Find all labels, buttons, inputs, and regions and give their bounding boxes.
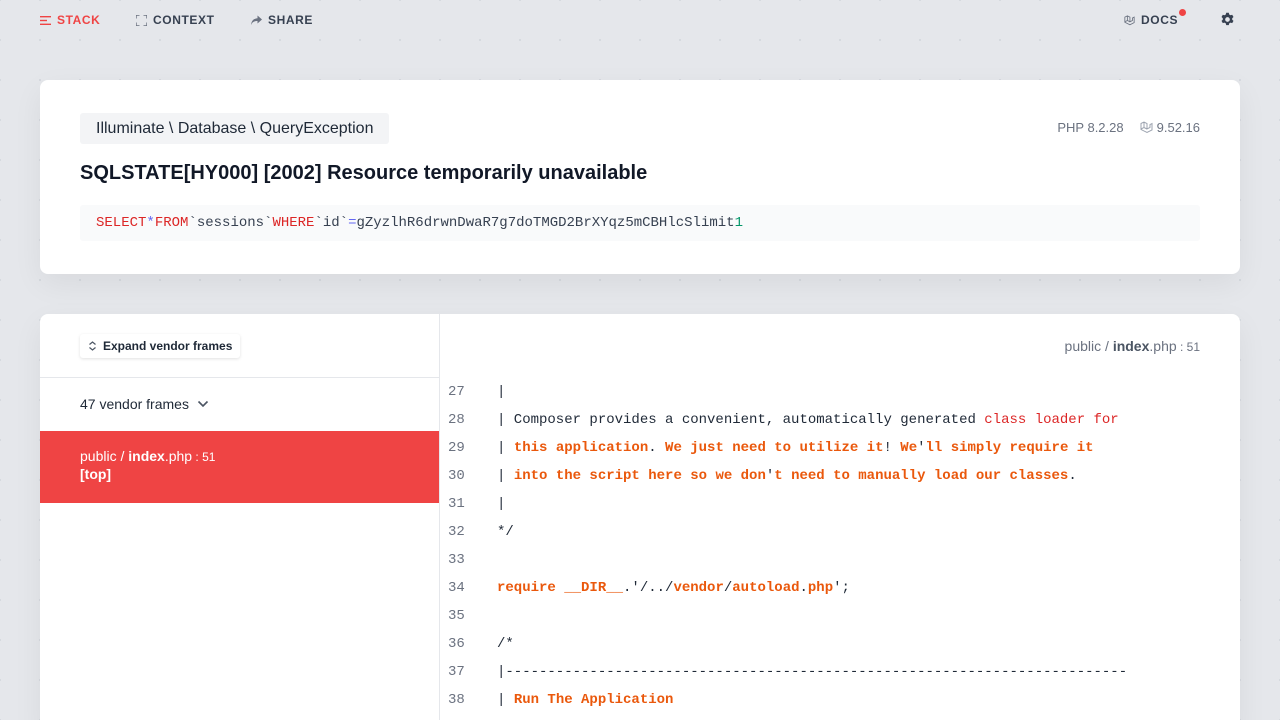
- code-text: */: [497, 524, 514, 540]
- line-number: 31: [448, 496, 465, 512]
- tab-share[interactable]: SHARE: [251, 12, 313, 28]
- sql-number: 1: [734, 215, 743, 231]
- expand-icon: [136, 14, 147, 26]
- file-line: : 51: [1176, 340, 1200, 354]
- code-text: |: [497, 384, 506, 400]
- settings-button[interactable]: [1220, 11, 1235, 27]
- line-number: 28: [448, 412, 465, 428]
- code-text: |: [497, 496, 506, 512]
- code-text: require __DIR__.'/../vendor/autoload.php…: [497, 580, 850, 596]
- line-number: 29: [448, 440, 465, 456]
- sql-operator: =: [348, 215, 357, 231]
- tab-context-label: CONTEXT: [153, 13, 215, 27]
- sql-query: SELECT * FROM `sessions` WHERE `id` = gZ…: [80, 205, 1200, 241]
- line-number: 37: [448, 664, 465, 680]
- code-text: | this application. We just need to util…: [497, 440, 1094, 456]
- code-line: 33: [440, 546, 1240, 574]
- code-lines: 27 | 28 | Composer provides a convenient, …: [440, 378, 1240, 714]
- line-number: 30: [448, 468, 465, 484]
- docs-label: DOCS: [1141, 13, 1179, 27]
- frame-file: index: [128, 448, 165, 464]
- laravel-icon: [1140, 121, 1153, 134]
- frames-sidebar: Expand vendor frames 47 vendor frames pu…: [40, 314, 440, 720]
- code-viewer: public / index.php : 51 27 | 28 | Composer…: [440, 314, 1240, 720]
- php-version: PHP 8.2.28: [1057, 120, 1124, 135]
- line-number: 38: [448, 692, 465, 708]
- code-text: | into the script here so we don't need …: [497, 468, 1077, 484]
- sql-table: `sessions`: [188, 215, 273, 231]
- sql-keyword: FROM: [154, 215, 189, 231]
- docs-link[interactable]: DOCS: [1124, 9, 1187, 28]
- exception-class[interactable]: Illuminate \ Database \ QueryException: [80, 113, 390, 144]
- code-file-path[interactable]: public / index.php : 51: [1065, 338, 1200, 354]
- chevron-down-icon: [197, 400, 209, 408]
- code-text: | Run The Application: [497, 692, 674, 708]
- code-line: 32 */: [440, 518, 1240, 546]
- line-number: 36: [448, 636, 465, 652]
- sql-limit: limit: [692, 215, 735, 231]
- gear-icon: [1221, 12, 1234, 25]
- divider: [40, 377, 440, 378]
- share-icon: [251, 15, 262, 25]
- vendor-frames-toggle[interactable]: 47 vendor frames: [80, 396, 209, 412]
- laravel-version: 9.52.16: [1140, 120, 1200, 135]
- code-line: 37 |-------------------------------------…: [440, 658, 1240, 686]
- tab-stack-label: STACK: [57, 13, 101, 27]
- file-dir: public: [1064, 338, 1102, 354]
- laravel-version-value: 9.52.16: [1156, 120, 1200, 135]
- frame-sep: /: [116, 448, 129, 464]
- frame-path: public / index.php : 51: [80, 448, 399, 464]
- code-text: /*: [497, 636, 514, 652]
- laravel-icon: [1124, 14, 1135, 25]
- sql-value: gZyzlhR6drwnDwaR7g7doTMGD2BrXYqz5mCBHlcS: [356, 215, 693, 231]
- sql-keyword: WHERE: [272, 215, 315, 231]
- tab-stack[interactable]: STACK: [40, 12, 100, 28]
- sql-keyword: SELECT: [96, 215, 147, 231]
- top-nav: STACK CONTEXT SHARE DOCS: [0, 0, 1280, 40]
- tab-share-label: SHARE: [268, 13, 314, 27]
- code-line: 31 |: [440, 490, 1240, 518]
- code-text: |---------------------------------------…: [497, 664, 1128, 680]
- line-number: 33: [448, 552, 465, 568]
- code-line: 36 /*: [440, 630, 1240, 658]
- chevron-up-down-icon: [89, 341, 96, 351]
- sql-column: `id`: [314, 215, 349, 231]
- code-line: 34 require __DIR__.'/../vendor/autoload.p…: [440, 574, 1240, 602]
- line-number: 35: [448, 608, 465, 624]
- code-line: 29 | this application. We just need to ut…: [440, 434, 1240, 462]
- stack-panel: Expand vendor frames 47 vendor frames pu…: [40, 314, 1240, 720]
- file-name: index: [1112, 338, 1150, 354]
- notification-dot: [1179, 9, 1187, 16]
- sql-operator: *: [146, 215, 155, 231]
- file-ext: .php: [1149, 338, 1177, 354]
- code-line: 35: [440, 602, 1240, 630]
- frame-dir: public: [80, 448, 117, 464]
- stack-icon: [40, 15, 51, 25]
- code-text: | Composer provides a convenient, automa…: [497, 412, 1119, 428]
- expand-vendor-frames-label: Expand vendor frames: [103, 339, 233, 353]
- frame-ext: .php: [164, 448, 193, 464]
- code-line: 30 | into the script here so we don't nee…: [440, 462, 1240, 490]
- tab-context[interactable]: CONTEXT: [136, 12, 215, 28]
- code-line: 27 |: [440, 378, 1240, 406]
- code-line: 28 | Composer provides a convenient, auto…: [440, 406, 1240, 434]
- exception-header: Illuminate \ Database \ QueryException P…: [40, 80, 1240, 274]
- stack-frame-active[interactable]: public / index.php : 51 [top]: [40, 431, 439, 503]
- vendor-frames-label: 47 vendor frames: [80, 396, 189, 412]
- code-line: 38 | Run The Application: [440, 686, 1240, 714]
- exception-message: SQLSTATE[HY000] [2002] Resource temporar…: [80, 162, 648, 184]
- frame-label: [top]: [80, 466, 112, 482]
- expand-vendor-frames-button[interactable]: Expand vendor frames: [80, 334, 241, 358]
- line-number: 27: [448, 384, 465, 400]
- version-info: PHP 8.2.28 9.52.16: [1057, 120, 1200, 135]
- line-number: 34: [448, 580, 465, 596]
- line-number: 32: [448, 524, 465, 540]
- frame-line: : 51: [192, 450, 216, 464]
- file-sep: /: [1101, 338, 1113, 354]
